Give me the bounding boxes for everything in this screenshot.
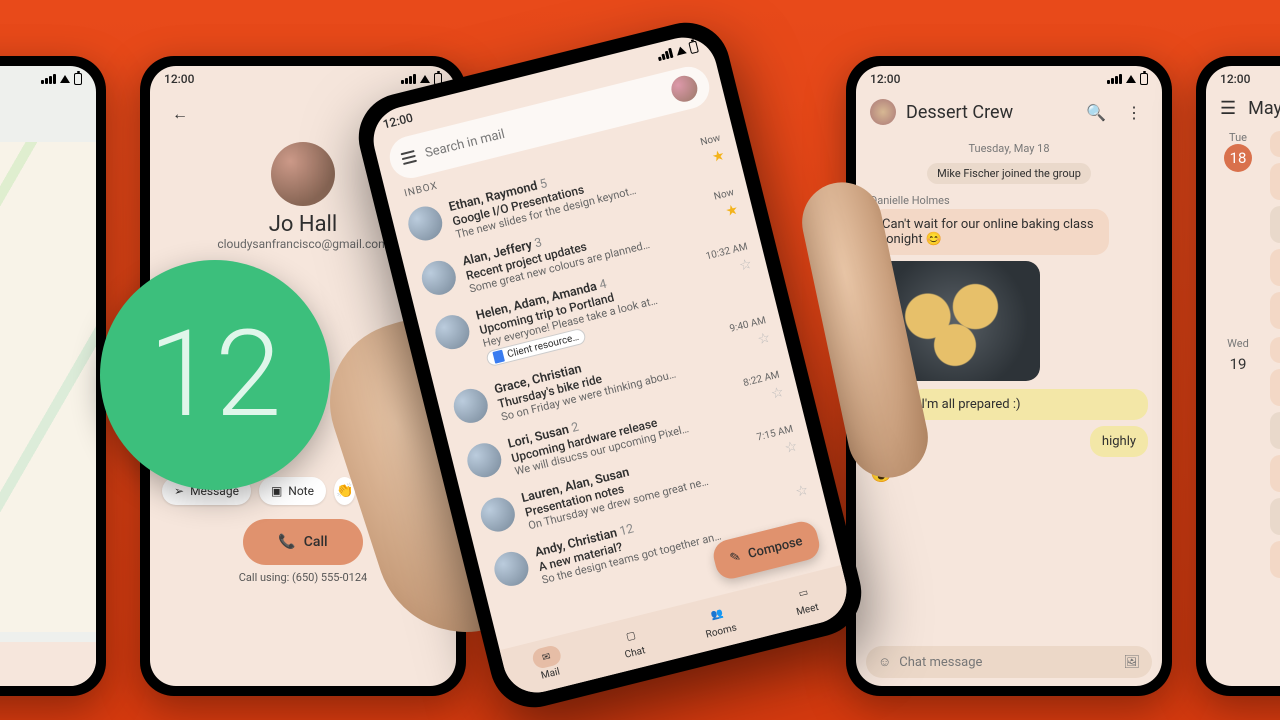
- outgoing-message-2: highly: [1090, 426, 1148, 457]
- clock: 12:00: [1220, 72, 1250, 86]
- contact-avatar: [271, 142, 335, 206]
- sender-avatar: [477, 494, 518, 535]
- cal-menu-icon[interactable]: ☰: [1220, 98, 1236, 119]
- calendar-event[interactable]: Store op2–3 PM: [1270, 249, 1280, 286]
- compose-label: Compose: [747, 534, 805, 562]
- calendar-body: Tue18 Zürich ch Project10–10:30 ✔Final10:30…: [1206, 127, 1280, 582]
- account-avatar[interactable]: [669, 73, 701, 105]
- sender-avatar: [432, 312, 473, 353]
- calendar-event[interactable]: Marketi12–3 PM: [1270, 455, 1280, 492]
- star-icon[interactable]: ☆: [794, 482, 810, 501]
- nav-chat[interactable]: ▢Chat: [615, 623, 650, 662]
- sender-avatar: [405, 203, 446, 244]
- sender-avatar: [464, 440, 505, 481]
- calendar-event[interactable]: Dinner w5–7 PM Central: [1270, 292, 1280, 329]
- nav-meet-label: Meet: [795, 602, 820, 618]
- clock: 12:00: [164, 72, 194, 86]
- sender-avatar: [450, 385, 491, 426]
- mail-time: Now: [699, 133, 721, 149]
- pencil-icon: ✎: [728, 549, 742, 566]
- attach-icon[interactable]: 🖼: [1123, 655, 1140, 670]
- star-icon[interactable]: ☆: [783, 438, 799, 457]
- chat-input[interactable]: ☺ Chat message 🖼: [866, 646, 1152, 678]
- calendar-event[interactable]: ✔Upda2 PM: [1270, 498, 1280, 535]
- android-12-badge: 12: [100, 260, 330, 490]
- status-bar: 12:00: [856, 66, 1162, 90]
- outgoing-message-1: I'm all prepared :): [909, 389, 1148, 420]
- nav-meet[interactable]: ▭Meet: [787, 580, 822, 619]
- call-label: Call: [304, 534, 328, 550]
- calendar-event[interactable]: ✔Final10:30 AM: [1270, 206, 1280, 243]
- map-canvas[interactable]: [0, 142, 96, 632]
- star-icon[interactable]: ☆: [770, 384, 786, 403]
- mail-time: Now: [713, 187, 735, 203]
- star-icon[interactable]: ☆: [756, 330, 772, 349]
- held-phone: 12:00 Search in mail INBOX Ethan, Raymon…: [360, 20, 880, 720]
- more-icon[interactable]: ⋮: [1120, 98, 1148, 126]
- nav-rooms[interactable]: 👥Rooms: [699, 601, 738, 641]
- badge-number: 12: [148, 305, 281, 445]
- maps-bottom-nav: 🔔Updates: [0, 642, 96, 686]
- calendar-event[interactable]: ✔Prep11 AM: [1270, 412, 1280, 449]
- note-label: Note: [288, 484, 314, 498]
- star-icon[interactable]: ★: [724, 202, 740, 221]
- calendar-event[interactable]: Project10–10:30: [1270, 163, 1280, 200]
- day-number: 18: [1224, 144, 1252, 172]
- search-icon[interactable]: 🔍: [1082, 98, 1110, 126]
- note-icon: ▣: [271, 484, 282, 498]
- calendar-event[interactable]: Zürich ch: [1270, 337, 1280, 363]
- system-message: Mike Fischer joined the group: [927, 163, 1091, 184]
- calendar-event[interactable]: Concer8–10:30: [1270, 541, 1280, 578]
- note-button[interactable]: ▣ Note: [259, 477, 326, 505]
- calendar-event[interactable]: Flight to7–9 AM Zürich: [1270, 369, 1280, 406]
- dow: Tue: [1216, 131, 1260, 144]
- back-icon[interactable]: ←: [166, 100, 194, 128]
- chat-title: Dessert Crew: [906, 102, 1072, 123]
- nav-mail[interactable]: ✉Mail: [530, 644, 565, 683]
- calendar-phone: 12:00 ☰ May Tue18 Zürich ch Project10–10:3…: [1196, 56, 1280, 696]
- dow: Wed: [1216, 337, 1260, 350]
- nav-mail-label: Mail: [540, 666, 561, 681]
- day-column[interactable]: Wed19: [1216, 337, 1260, 578]
- star-icon[interactable]: ★: [710, 147, 726, 166]
- phone-icon: 📞: [278, 534, 295, 550]
- calendar-event[interactable]: Zürich ch: [1270, 131, 1280, 157]
- day-column[interactable]: Tue18: [1216, 131, 1260, 329]
- status-bar: 12:00: [1206, 66, 1280, 90]
- call-button[interactable]: 📞 Call: [243, 519, 363, 565]
- star-icon[interactable]: ☆: [738, 256, 754, 275]
- sender-avatar: [491, 548, 532, 589]
- maps-phone: 12:00 🎤 ☕ Coffee ⚗ ◈ ◎ ◆ 🔔Updates: [0, 56, 106, 696]
- clock: 12:00: [381, 111, 414, 132]
- calendar-month[interactable]: May: [1248, 98, 1280, 119]
- date-separator: Tuesday, May 18: [856, 142, 1162, 155]
- chat-placeholder: Chat message: [899, 655, 1123, 670]
- sender-name: Danielle Holmes: [870, 194, 1148, 207]
- nav-chat-label: Chat: [624, 645, 647, 661]
- send-icon: ➢: [174, 484, 184, 498]
- day-number: 19: [1224, 350, 1252, 378]
- menu-icon[interactable]: [401, 150, 417, 165]
- sender-avatar: [418, 257, 459, 298]
- incoming-message: Can't wait for our online baking class t…: [870, 209, 1109, 255]
- status-bar: 12:00: [0, 66, 96, 90]
